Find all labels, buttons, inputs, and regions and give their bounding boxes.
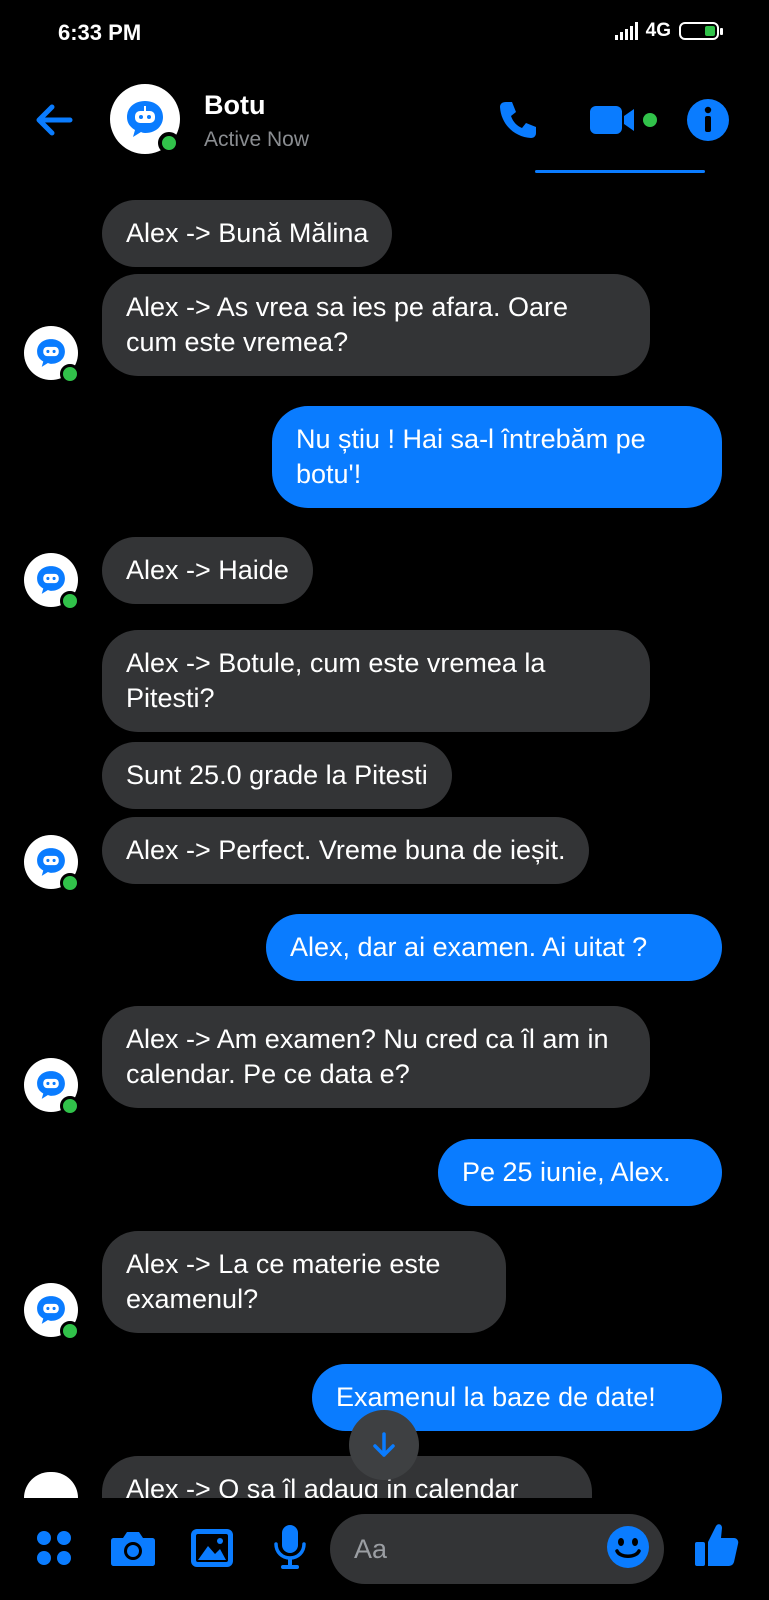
signal-icon [614, 22, 638, 40]
message-bubble-received[interactable]: Alex -> Bună Mălina [102, 200, 393, 267]
message-bubble-received[interactable]: Sunt 25.0 grade la Pitesti [102, 742, 452, 809]
contact-name[interactable]: Botu [204, 90, 265, 121]
chat-bot-icon [37, 339, 65, 367]
camera-button[interactable] [110, 1528, 156, 1573]
chat-bot-icon [37, 1296, 65, 1324]
info-icon [687, 99, 729, 141]
status-indicators: 4G [614, 20, 723, 42]
smiley-icon [607, 1526, 649, 1568]
sender-avatar[interactable] [24, 1472, 78, 1498]
scroll-to-bottom-button[interactable] [349, 1410, 419, 1480]
presence-dot [60, 1321, 80, 1341]
message-bubble-received[interactable]: Alex -> Am examen? Nu cred ca îl am in c… [102, 1006, 650, 1108]
info-button[interactable] [684, 96, 732, 144]
message-bubble-received[interactable]: Alex -> La ce materie este examenul? [102, 1231, 506, 1333]
battery-icon [679, 22, 723, 40]
microphone-icon [274, 1525, 306, 1569]
contact-status: Active Now [204, 128, 310, 151]
status-time: 6:33 PM [58, 20, 142, 45]
phone-icon [500, 102, 536, 138]
chat-bot-icon [37, 848, 65, 876]
message-bubble-received[interactable]: Alex -> Haide [102, 537, 313, 604]
video-camera-icon [590, 106, 657, 134]
voice-call-button[interactable] [494, 96, 542, 144]
voice-message-button[interactable] [272, 1524, 308, 1575]
network-type: 4G [645, 20, 671, 41]
image-icon [191, 1529, 233, 1567]
message-bubble-sent[interactable]: Nu știu ! Hai sa-l întrebăm pe botu'! [272, 406, 722, 508]
back-button[interactable] [30, 96, 78, 144]
message-bubble-received[interactable]: Alex -> Botule, cum este vremea la Pites… [102, 630, 650, 732]
message-bubble-received[interactable]: Alex -> Perfect. Vreme buna de ieșit. [102, 817, 590, 884]
camera-icon [111, 1532, 155, 1566]
presence-dot [158, 132, 180, 154]
like-button[interactable] [694, 1522, 740, 1573]
video-call-button[interactable] [588, 100, 662, 140]
more-actions-button[interactable] [34, 1528, 74, 1573]
arrow-left-icon [36, 104, 73, 136]
arrow-down-icon [373, 1432, 395, 1457]
presence-dot [60, 364, 80, 384]
four-dots-icon [37, 1531, 71, 1565]
presence-dot [60, 873, 80, 893]
message-bubble-received[interactable]: Alex -> As vrea sa ies pe afara. Oare cu… [102, 274, 650, 376]
presence-dot [60, 1096, 80, 1116]
emoji-button[interactable] [606, 1525, 650, 1569]
message-bubble-sent[interactable]: Pe 25 iunie, Alex. [438, 1139, 722, 1206]
message-bubble-received[interactable]: Alex -> O sa îl adaug in calendar [102, 1456, 592, 1498]
presence-dot [60, 591, 80, 611]
message-bubble-sent[interactable]: Alex, dar ai examen. Ai uitat ? [266, 914, 722, 981]
chat-bot-icon [37, 566, 65, 594]
chat-bot-icon [37, 1071, 65, 1099]
header-divider [535, 170, 705, 173]
thumbs-up-icon [695, 1524, 739, 1566]
gallery-button[interactable] [190, 1528, 234, 1573]
